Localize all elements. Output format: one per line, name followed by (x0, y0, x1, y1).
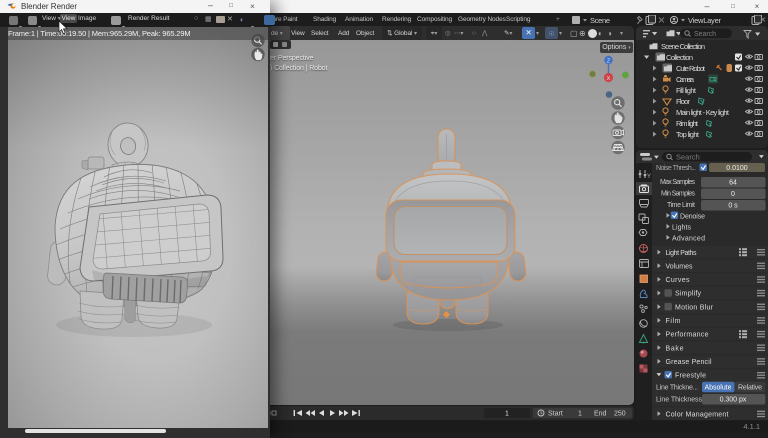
svg-text:Lights: Lights (672, 225, 692, 232)
svg-text:Min Samples: Min Samples (661, 191, 696, 198)
svg-text:0.300 px: 0.300 px (720, 397, 747, 404)
svg-text:Advanced: Advanced (672, 236, 705, 243)
svg-text:Line Thickness: Line Thickness (656, 397, 703, 404)
svg-text:Time Limit: Time Limit (667, 202, 695, 209)
svg-text:End: End (594, 411, 607, 418)
svg-text:Motion Blur: Motion Blur (675, 304, 714, 311)
svg-text:Main light - Key light: Main light - Key light (676, 108, 730, 117)
svg-text:Camera: Camera (676, 75, 695, 84)
svg-text:0: 0 (731, 191, 735, 198)
svg-text:Simplify: Simplify (675, 291, 702, 298)
svg-text:Rim light: Rim light (676, 119, 699, 128)
svg-text:Bake: Bake (666, 345, 684, 352)
svg-text:1: 1 (505, 411, 509, 418)
svg-text:Curves: Curves (666, 277, 691, 284)
svg-text:Start: Start (548, 411, 563, 418)
svg-text:Light Paths: Light Paths (666, 250, 698, 257)
svg-text:Search: Search (676, 153, 700, 162)
svg-text:Max Samples: Max Samples (660, 179, 696, 186)
svg-text:250: 250 (614, 411, 626, 418)
svg-text:Line Thickne...: Line Thickne... (656, 384, 698, 391)
svg-text:Relative: Relative (738, 384, 762, 391)
svg-text:Fill light: Fill light (676, 86, 697, 95)
svg-text:Collection: Collection (666, 53, 693, 62)
svg-text:Scene: Scene (590, 16, 610, 25)
svg-text:Color Management: Color Management (666, 411, 729, 418)
svg-text:0.0100: 0.0100 (726, 165, 748, 172)
svg-text:Top light: Top light (676, 130, 700, 139)
svg-text:Floor: Floor (676, 97, 691, 106)
svg-text:Scene Collection: Scene Collection (661, 42, 705, 51)
svg-text:Cute Robot: Cute Robot (676, 64, 706, 73)
svg-text:64: 64 (729, 180, 737, 187)
svg-text:Search: Search (694, 31, 716, 38)
svg-text:0 s: 0 s (728, 203, 738, 210)
svg-text:Noise Thresh...: Noise Thresh... (656, 165, 696, 172)
svg-text:Freestyle: Freestyle (675, 373, 706, 380)
svg-text:Y: Y (647, 174, 651, 180)
svg-text:1: 1 (578, 411, 582, 418)
svg-text:Performance: Performance (666, 332, 709, 339)
svg-text:Grease Pencil: Grease Pencil (666, 359, 712, 366)
svg-text:Film: Film (666, 318, 681, 325)
svg-text:Absolute: Absolute (705, 384, 732, 391)
svg-text:ViewLayer: ViewLayer (688, 16, 722, 25)
svg-text:Volumes: Volumes (666, 263, 694, 270)
svg-text:Denoise: Denoise (680, 214, 705, 221)
